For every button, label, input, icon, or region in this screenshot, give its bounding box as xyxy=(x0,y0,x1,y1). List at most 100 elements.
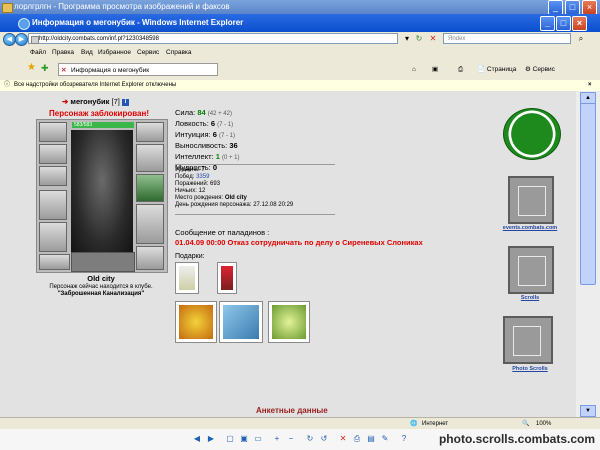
delete-icon[interactable]: ✕ xyxy=(338,434,348,444)
events-banner-icon[interactable] xyxy=(508,176,554,224)
menu-tools[interactable]: Сервис xyxy=(137,46,159,59)
rotate-ccw-icon[interactable]: ↺ xyxy=(319,434,329,444)
belt-slot[interactable] xyxy=(39,254,70,270)
ie-close-button[interactable]: × xyxy=(572,16,587,31)
leggings-slot[interactable] xyxy=(136,204,164,244)
page-menu[interactable]: 📄 Страница xyxy=(477,64,516,76)
stat-value: 36 xyxy=(229,141,238,150)
info-icon: ⓘ xyxy=(4,82,11,88)
goat-emblem-icon[interactable] xyxy=(503,108,561,160)
viewer-maximize-button[interactable]: □ xyxy=(565,0,580,15)
infobar-close-icon[interactable]: × xyxy=(588,80,592,91)
gift-item[interactable] xyxy=(217,262,237,294)
hp-fill: 583/583 xyxy=(72,122,134,128)
stat-row: Интуиция: 6 (7 - 1) xyxy=(175,130,315,141)
viewer-minimize-button[interactable]: _ xyxy=(548,0,563,15)
weapon-slot[interactable] xyxy=(39,166,67,186)
feeds-icon[interactable]: ▣ xyxy=(432,64,438,76)
zoom-out-icon[interactable]: − xyxy=(286,434,296,444)
tab-toolbar: ★ ✚ ✕ Информация о мегонубик ⌂ ▣ ⎙ 📄 Стр… xyxy=(0,59,600,81)
menu-favorites[interactable]: Избранное xyxy=(98,46,131,59)
stat-label: Сила: xyxy=(175,108,196,117)
scrolls-link[interactable]: Scrolls xyxy=(490,295,570,301)
stat-value: 84 xyxy=(197,108,206,117)
shield-slot[interactable] xyxy=(136,174,164,202)
refresh-icon[interactable]: ↻ xyxy=(414,34,424,44)
photo-scrolls-link[interactable]: Photo Scrolls xyxy=(490,366,570,372)
tab-current[interactable]: ✕ Информация о мегонубик xyxy=(58,63,218,76)
menu-view[interactable]: Вид xyxy=(81,46,93,59)
actual-size-icon[interactable]: ▣ xyxy=(239,434,249,444)
gift-image xyxy=(221,266,233,290)
viewer-close-button[interactable]: × xyxy=(582,0,597,15)
location-club: "Заброшенная Канализация" xyxy=(57,291,145,297)
viewer-toolbar: ◀ ▶ ▢ ▣ ▭ + − ↻ ↺ ✕ ⎙ ▤ ✎ ? photo.scroll… xyxy=(0,429,600,450)
gift-image xyxy=(223,305,259,339)
wins-value[interactable]: 3359 xyxy=(196,174,209,180)
menu-help[interactable]: Справка xyxy=(166,46,192,59)
gift-item[interactable] xyxy=(268,301,310,343)
rotate-cw-icon[interactable]: ↻ xyxy=(305,434,315,444)
vertical-scrollbar[interactable]: ▲ ▼ xyxy=(576,91,600,417)
scroll-thumb[interactable] xyxy=(580,103,596,285)
stat-label: Интеллект: xyxy=(175,152,214,161)
character-info: Уровень: 7 Побед: 3359 Поражений: 693 Ни… xyxy=(175,167,315,209)
stat-label: Интуиция: xyxy=(175,130,211,139)
tools-menu[interactable]: ⚙ Сервис xyxy=(525,64,555,76)
boots-slot[interactable] xyxy=(136,246,164,270)
scrolls-banner-icon[interactable] xyxy=(508,246,554,294)
armor-slot[interactable] xyxy=(39,222,67,252)
ie-minimize-button[interactable]: _ xyxy=(540,16,555,31)
address-input[interactable]: http://oldcity.combats.com/inf.pl?123034… xyxy=(28,33,398,44)
photo-scrolls-banner-icon[interactable] xyxy=(503,316,553,364)
paladin-message-text: 01.04.09 00:00 Отказ сотрудничать по дел… xyxy=(175,238,423,247)
slideshow-icon[interactable]: ▭ xyxy=(253,434,263,444)
gift-item[interactable] xyxy=(175,301,217,343)
stat-value: 1 xyxy=(215,152,220,161)
stat-label: Выносливость: xyxy=(175,141,228,150)
axe-slot[interactable] xyxy=(39,190,67,220)
forward-button[interactable]: ▶ xyxy=(15,33,28,46)
menu-edit[interactable]: Правка xyxy=(52,46,74,59)
birthplace-label: Место рождения: xyxy=(175,195,224,201)
location-name: Old city xyxy=(87,274,115,283)
earrings-slot[interactable] xyxy=(136,122,164,142)
zoom-in-icon[interactable]: + xyxy=(272,434,282,444)
search-input[interactable]: Яndex xyxy=(443,33,571,44)
open-editor-icon[interactable]: ✎ xyxy=(380,434,390,444)
blocked-label: Персонаж заблокирован! xyxy=(49,109,149,118)
menu-file[interactable]: Файл xyxy=(30,46,46,59)
print-icon[interactable]: ⎙ xyxy=(458,64,463,76)
gift-image xyxy=(179,305,213,339)
address-dropdown-icon[interactable]: ▾ xyxy=(402,34,412,44)
scroll-down-icon[interactable]: ▼ xyxy=(580,405,596,417)
home-icon[interactable]: ⌂ xyxy=(412,64,416,76)
character-avatar[interactable] xyxy=(71,130,133,256)
hp-text: 583/583 xyxy=(74,122,93,128)
previous-image-icon[interactable]: ◀ xyxy=(192,434,202,444)
helmet-slot[interactable] xyxy=(39,122,67,142)
character-equipment-panel: 583/583 xyxy=(36,119,168,273)
stop-icon[interactable]: ✕ xyxy=(428,34,438,44)
losses-line: Поражений: 693 xyxy=(175,181,221,187)
stat-row: Ловкость: 6 (7 - 1) xyxy=(175,119,315,130)
birthplace-line: Место рождения: Old city xyxy=(175,195,315,202)
help-icon[interactable]: ? xyxy=(399,434,409,444)
add-favorites-icon[interactable]: ✚ xyxy=(41,62,49,74)
events-link[interactable]: events.combats.com xyxy=(490,225,570,231)
gift-item[interactable] xyxy=(219,301,263,343)
print-image-icon[interactable]: ⎙ xyxy=(352,434,362,444)
save-copy-icon[interactable]: ▤ xyxy=(366,434,376,444)
gift-item[interactable] xyxy=(175,262,199,294)
tab-error-icon: ✕ xyxy=(61,67,67,74)
stat-label: Ловкость: xyxy=(175,119,209,128)
next-image-icon[interactable]: ▶ xyxy=(206,434,216,444)
character-info-icon[interactable]: i xyxy=(121,98,129,106)
stat-row: Интеллект: 1 (0 + 1) xyxy=(175,152,315,163)
gloves-slot[interactable] xyxy=(136,144,164,172)
favorites-star-icon[interactable]: ★ xyxy=(27,62,36,74)
best-fit-icon[interactable]: ▢ xyxy=(225,434,235,444)
ie-maximize-button[interactable]: □ xyxy=(556,16,571,31)
amulet-slot[interactable] xyxy=(39,144,67,164)
search-icon[interactable]: ⌕ xyxy=(576,34,586,44)
